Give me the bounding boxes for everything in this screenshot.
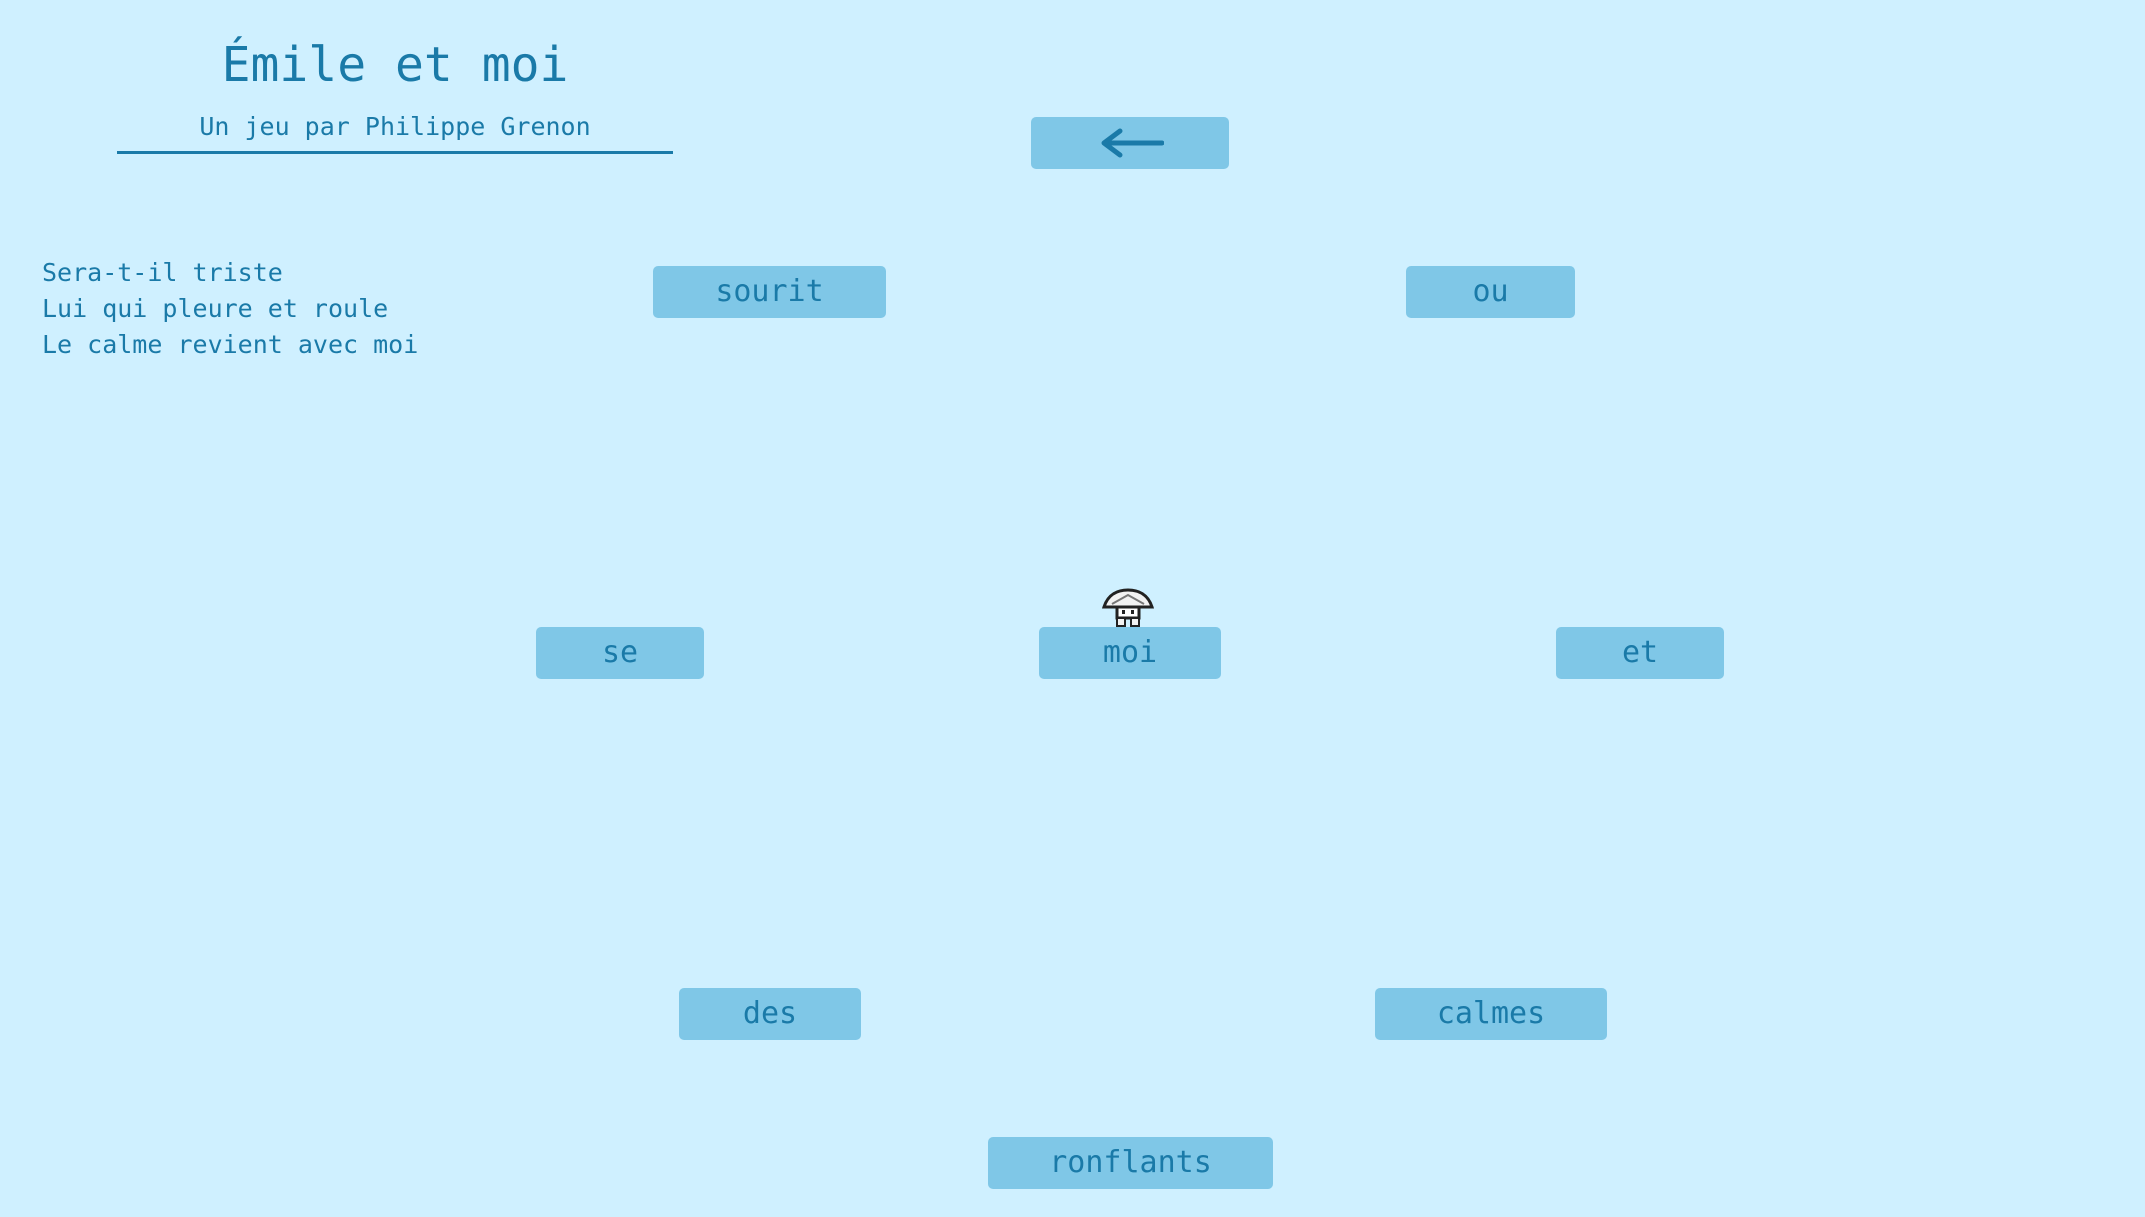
game-title: Émile et moi [221, 37, 569, 93]
game-subtitle: Un jeu par Philippe Grenon [199, 112, 591, 141]
poem-text: Sera-t-il triste Lui qui pleure et roule… [42, 255, 418, 363]
poem-line: Lui qui pleure et roule [42, 294, 389, 323]
word-button-des[interactable]: des [679, 988, 861, 1040]
word-button-sourit[interactable]: sourit [653, 266, 886, 318]
word-button-ou[interactable]: ou [1406, 266, 1575, 318]
word-button-et[interactable]: et [1556, 627, 1724, 679]
word-button-se[interactable]: se [536, 627, 704, 679]
back-button[interactable] [1031, 117, 1229, 169]
word-button-ronflants[interactable]: ronflants [988, 1137, 1273, 1189]
word-button-calmes[interactable]: calmes [1375, 988, 1607, 1040]
word-button-moi[interactable]: moi [1039, 627, 1221, 679]
mushroom-character-icon [1100, 586, 1156, 628]
title-divider [117, 151, 673, 154]
arrow-left-icon [1101, 128, 1164, 158]
poem-line: Sera-t-il triste [42, 258, 283, 287]
poem-line: Le calme revient avec moi [42, 330, 419, 359]
